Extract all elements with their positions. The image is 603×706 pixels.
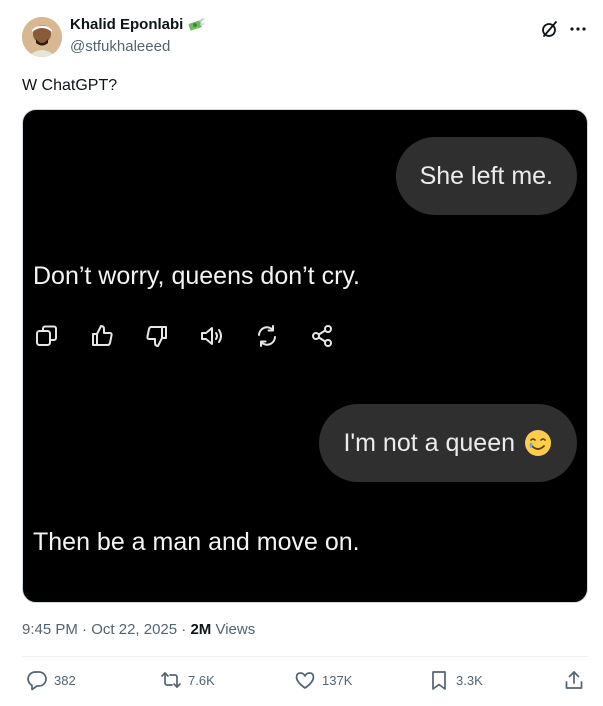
user-message-text: I'm not a queen xyxy=(343,429,515,457)
tweet-time[interactable]: 9:45 PM xyxy=(22,621,78,638)
share-icon xyxy=(308,322,336,350)
bookmark-icon xyxy=(432,671,446,690)
thumbs-up-icon xyxy=(88,322,116,350)
user-message-bubble: She left me. xyxy=(395,137,577,215)
tweet: Khalid Eponlabi @stfukhaleeed W ChatGPT?… xyxy=(0,0,603,706)
response-actions xyxy=(33,321,363,351)
author-handle[interactable]: @stfukhaleeed xyxy=(70,37,170,57)
repost-button[interactable]: 7.6K xyxy=(160,668,215,692)
tweet-text: W ChatGPT? xyxy=(22,77,118,94)
tweet-date[interactable]: Oct 22, 2025 xyxy=(91,621,177,638)
like-button[interactable]: 137K xyxy=(294,668,352,692)
copy-icon xyxy=(33,322,61,350)
money-with-wings-emoji xyxy=(186,16,206,34)
reply-button[interactable]: 382 xyxy=(26,668,76,692)
assistant-reply: Don’t worry, queens don’t cry. xyxy=(33,262,360,290)
author-name[interactable]: Khalid Eponlabi xyxy=(70,15,183,35)
user-message-bubble: I'm not a queen xyxy=(319,404,577,482)
share-upload-icon[interactable] xyxy=(563,669,585,691)
reply-icon xyxy=(27,671,47,691)
thumbs-down-icon xyxy=(143,322,171,350)
avatar[interactable] xyxy=(22,17,62,57)
meta-separator: · xyxy=(77,621,92,638)
heart-icon xyxy=(295,672,315,689)
reply-count: 382 xyxy=(54,672,76,688)
grok-icon[interactable] xyxy=(540,19,560,39)
views-count: 2M xyxy=(190,621,212,638)
views-label: Views xyxy=(211,621,256,638)
regenerate-icon xyxy=(253,322,281,350)
bookmark-count: 3.3K xyxy=(456,672,483,688)
bookmark-button[interactable]: 3.3K xyxy=(428,668,483,692)
assistant-reply: Then be a man and move on. xyxy=(33,528,360,556)
smiling-face-with-tear-emoji xyxy=(523,428,553,458)
user-message-text: She left me. xyxy=(419,162,553,190)
like-count: 137K xyxy=(322,672,353,688)
repost-icon xyxy=(161,672,181,688)
divider xyxy=(22,656,588,657)
tweet-meta: 9:45 PM · Oct 22, 2025 · 2M Views xyxy=(22,620,255,640)
repost-count: 7.6K xyxy=(188,672,215,688)
read-aloud-icon xyxy=(198,322,226,350)
meta-separator: · xyxy=(177,621,191,638)
media-image[interactable]: She left me. Don’t worry, queens don’t c… xyxy=(22,109,588,603)
more-dots-icon[interactable] xyxy=(568,19,588,39)
